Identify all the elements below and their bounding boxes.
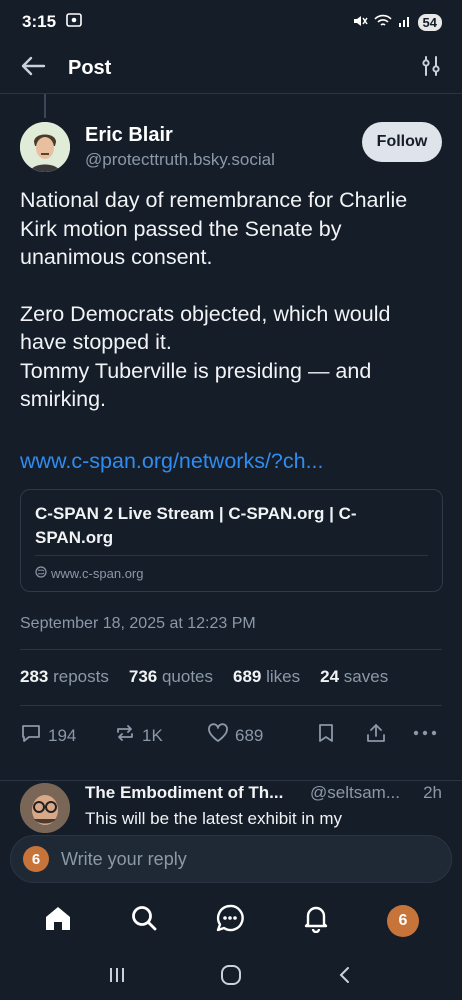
embed-domain: www.c-span.org bbox=[51, 566, 144, 581]
profile-avatar-tab[interactable]: 6 bbox=[387, 904, 419, 937]
post-author: Eric Blair @protecttruth.bsky.social Fol… bbox=[20, 120, 442, 176]
reply-item[interactable]: The Embodiment of Th... @seltsam... 2h T… bbox=[0, 780, 462, 840]
repost-count: 1K bbox=[142, 725, 163, 745]
notifications-bell-icon[interactable] bbox=[301, 903, 331, 938]
battery-indicator: 54 bbox=[417, 13, 442, 31]
reply-text: This will be the latest exhibit in my bbox=[85, 809, 342, 828]
status-time: 3:15 bbox=[22, 12, 57, 31]
thread-connector-line bbox=[44, 94, 46, 118]
reposts-stat[interactable]: 283 reposts bbox=[20, 667, 109, 687]
divider bbox=[20, 649, 442, 650]
bookmark-icon bbox=[316, 722, 336, 749]
back-arrow-icon[interactable] bbox=[20, 56, 46, 81]
post-paragraph: Zero Democrats objected, which would hav… bbox=[20, 301, 391, 355]
comment-icon bbox=[20, 722, 42, 749]
signal-icon bbox=[398, 14, 412, 31]
post-body: National day of remembrance for Charlie … bbox=[20, 186, 442, 414]
author-name[interactable]: Eric Blair bbox=[85, 124, 173, 147]
likes-stat[interactable]: 689 likes bbox=[233, 667, 300, 687]
quotes-stat[interactable]: 736 quotes bbox=[129, 667, 213, 687]
embed-title: C-SPAN 2 Live Stream | C-SPAN.org | C-SP… bbox=[35, 504, 357, 547]
post-paragraph: Tommy Tuberville is presiding — and smir… bbox=[20, 358, 372, 412]
embed-divider bbox=[35, 555, 428, 556]
wifi-icon bbox=[373, 14, 392, 31]
reply-composer[interactable]: 6 bbox=[10, 835, 452, 883]
repost-button[interactable]: 1K bbox=[114, 722, 163, 749]
repost-icon bbox=[114, 722, 136, 749]
search-icon[interactable] bbox=[129, 903, 159, 938]
post-timestamp: September 18, 2025 at 12:23 PM bbox=[20, 615, 256, 632]
reply-author-avatar[interactable] bbox=[20, 783, 70, 833]
screenshot-icon bbox=[66, 12, 82, 32]
post-stats: 283 reposts 736 quotes 689 likes 24 save… bbox=[20, 667, 442, 687]
composer-avatar: 6 bbox=[23, 846, 49, 872]
reply-count: 194 bbox=[48, 725, 77, 745]
page-title: Post bbox=[68, 57, 112, 79]
divider bbox=[20, 705, 442, 706]
more-dots-icon bbox=[412, 722, 438, 749]
like-count: 689 bbox=[235, 725, 264, 745]
post-link[interactable]: www.c-span.org/networks/?ch... bbox=[20, 449, 324, 474]
filter-settings-icon[interactable] bbox=[420, 55, 442, 82]
follow-button[interactable]: Follow bbox=[362, 122, 442, 162]
share-button[interactable] bbox=[365, 722, 387, 749]
chat-icon[interactable] bbox=[215, 903, 245, 938]
status-bar: 3:15 54 bbox=[0, 0, 462, 44]
more-options-button[interactable] bbox=[412, 722, 438, 749]
recent-apps-icon[interactable] bbox=[107, 965, 127, 990]
bookmark-button[interactable] bbox=[316, 722, 336, 749]
reply-time: 2h bbox=[423, 783, 442, 802]
bottom-tab-bar: 6 bbox=[0, 893, 462, 948]
home-icon[interactable] bbox=[43, 903, 73, 938]
share-icon bbox=[365, 722, 387, 749]
reply-author-name[interactable]: The Embodiment of Th... bbox=[85, 783, 283, 803]
saves-stat[interactable]: 24 saves bbox=[320, 667, 388, 687]
mute-icon bbox=[352, 14, 368, 31]
author-handle[interactable]: @protecttruth.bsky.social bbox=[85, 150, 275, 170]
post-paragraph: National day of remembrance for Charlie … bbox=[20, 188, 408, 269]
author-avatar[interactable] bbox=[20, 122, 70, 172]
like-button[interactable]: 689 bbox=[207, 722, 263, 749]
heart-icon bbox=[207, 722, 229, 749]
reply-input[interactable] bbox=[61, 848, 361, 870]
reply-author-handle[interactable]: @seltsam... bbox=[310, 783, 400, 803]
back-chevron-icon[interactable] bbox=[335, 965, 355, 990]
top-header: Post bbox=[0, 44, 462, 94]
globe-icon bbox=[35, 566, 47, 581]
post-actions: 194 1K 689 bbox=[20, 722, 442, 750]
system-nav-bar bbox=[0, 955, 462, 1000]
link-embed-card[interactable]: C-SPAN 2 Live Stream | C-SPAN.org | C-SP… bbox=[20, 489, 443, 592]
home-circle-icon[interactable] bbox=[220, 964, 242, 991]
reply-button[interactable]: 194 bbox=[20, 722, 76, 749]
